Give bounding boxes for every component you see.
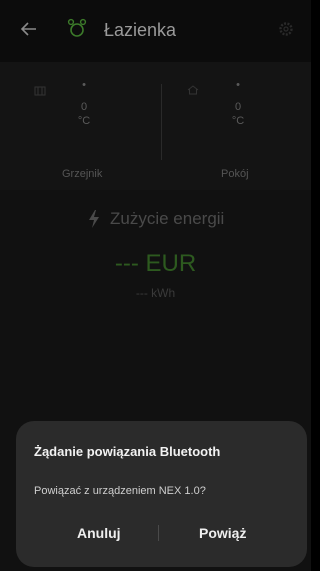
- button-separator: [158, 525, 159, 541]
- settings-gear-icon[interactable]: [278, 21, 294, 37]
- energy-kwh: --- kWh: [135, 286, 176, 300]
- page-title: Łazienka: [104, 20, 177, 40]
- dialog-message: Powiązać z urządzeniem NEX 1.0?: [34, 485, 206, 497]
- energy-bolt-icon: [89, 210, 99, 228]
- room-temperature[interactable]: • 0 °C: [198, 78, 278, 128]
- heater-label: Grzejnik: [62, 168, 103, 180]
- energy-title: Zużycie energii: [110, 209, 225, 228]
- heater-value: 0: [80, 101, 88, 113]
- heater-temperature[interactable]: • 0 °C: [44, 78, 124, 128]
- cancel-button[interactable]: Anuluj: [77, 525, 121, 541]
- pair-button[interactable]: Powiąż: [199, 525, 246, 541]
- heater-unit: °C: [77, 115, 91, 127]
- room-unit: °C: [231, 115, 245, 127]
- app-logo-icon: [67, 18, 87, 37]
- dialog-title: Żądanie powiązania Bluetooth: [34, 444, 221, 459]
- energy-cost: --- EUR: [114, 250, 197, 277]
- header-bar: Łazienka: [0, 0, 311, 62]
- room-label: Pokój: [221, 168, 249, 180]
- panel-divider: [161, 84, 162, 160]
- back-arrow-icon[interactable]: [20, 20, 38, 38]
- app-screen: Łazienka • 0 °C • 0 °C Grzejnik Pokój Zu…: [0, 0, 311, 571]
- bluetooth-pairing-dialog: Żądanie powiązania Bluetooth Powiązać z …: [16, 421, 307, 567]
- energy-header: Zużycie energii: [86, 209, 224, 229]
- room-dot: •: [236, 79, 240, 91]
- heater-dot: •: [82, 79, 86, 91]
- room-value: 0: [234, 101, 242, 113]
